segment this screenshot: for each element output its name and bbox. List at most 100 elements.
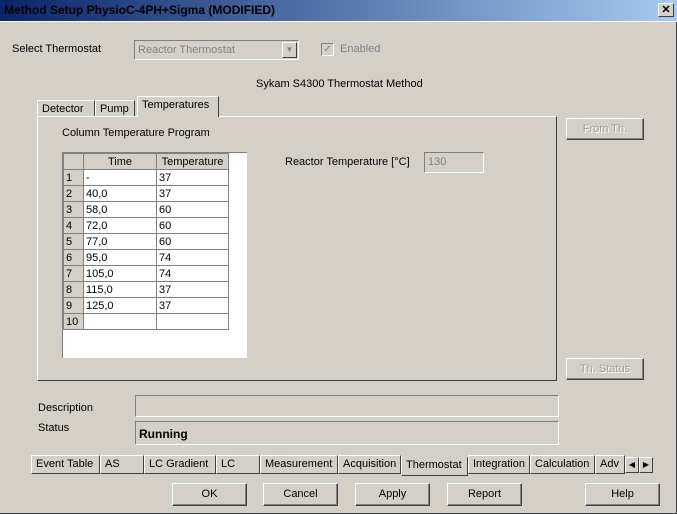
reactor-temperature-value: 130 (428, 156, 447, 168)
tab-measurement[interactable]: Measurement (260, 455, 338, 474)
temperature-cell[interactable]: 37 (156, 297, 229, 314)
temperature-cell[interactable]: 37 (156, 281, 229, 298)
tab-temperatures-label: Temperatures (142, 99, 210, 111)
time-cell[interactable]: 77,0 (83, 233, 157, 250)
tab-detector-label: Detector (42, 103, 84, 115)
from-th-button-label: From Th. (582, 123, 628, 135)
row-number[interactable]: 8 (63, 281, 84, 298)
report-button[interactable]: Report (447, 483, 522, 506)
tab-integration[interactable]: Integration (468, 455, 530, 474)
time-cell[interactable] (83, 313, 157, 330)
arrow-right-icon[interactable]: ▶ (639, 457, 653, 473)
reactor-temperature-label: Reactor Temperature [°C] (285, 156, 410, 168)
arrow-left-icon[interactable]: ◀ (625, 457, 639, 473)
temperature-cell[interactable]: 37 (156, 185, 229, 202)
from-th-button[interactable]: From Th. (566, 118, 644, 140)
row-number[interactable]: 4 (63, 217, 84, 234)
row-number[interactable]: 3 (63, 201, 84, 218)
description-field[interactable] (135, 395, 559, 417)
time-cell[interactable]: 95,0 (83, 249, 157, 266)
apply-button-label: Apply (378, 488, 407, 500)
table-row[interactable]: 9 125,0 37 (63, 297, 229, 314)
tab-integration-label: Integration (473, 458, 525, 470)
tab-thermostat[interactable]: Thermostat (401, 457, 468, 476)
time-cell[interactable]: 72,0 (83, 217, 157, 234)
tab-calculation[interactable]: Calculation (530, 455, 595, 474)
time-cell[interactable]: 125,0 (83, 297, 157, 314)
select-thermostat-label: Select Thermostat (12, 43, 102, 55)
temperature-cell[interactable]: 60 (156, 233, 229, 250)
thermostat-select-value: Reactor Thermostat (138, 44, 236, 56)
th-status-button[interactable]: Th. Status (566, 358, 644, 380)
enabled-checkbox[interactable]: ✓ (321, 43, 334, 56)
temperature-cell[interactable]: 60 (156, 217, 229, 234)
row-number[interactable]: 6 (63, 249, 84, 266)
tab-measurement-label: Measurement (265, 458, 333, 470)
temperature-program-grid[interactable]: Time Temperature 1-37 2 40,0 37 3 58,0 60 4 72,0… (62, 152, 247, 358)
description-label: Description (38, 402, 94, 414)
close-icon[interactable]: ✕ (658, 3, 674, 17)
row-number[interactable]: 1 (63, 169, 84, 186)
table-row[interactable]: 2 40,0 37 (63, 185, 229, 202)
reactor-temperature-input[interactable]: 130 (424, 152, 484, 173)
table-row[interactable]: 3 58,0 60 (63, 201, 229, 218)
column-temperature-program-heading: Column Temperature Program (62, 127, 210, 139)
tab-temperatures[interactable]: Temperatures (137, 96, 219, 117)
report-button-label: Report (467, 488, 502, 500)
cancel-button[interactable]: Cancel (263, 483, 338, 506)
table-row[interactable]: 7 105,0 74 (63, 265, 229, 282)
tab-thermostat-label: Thermostat (406, 459, 462, 471)
title-bar[interactable]: Method Setup PhysioC-4PH+Sigma (MODIFIED… (0, 0, 677, 22)
table-row[interactable]: 5 77,0 60 (63, 233, 229, 250)
tab-as-label: AS (105, 458, 120, 470)
tab-lc-label: LC (221, 458, 236, 470)
time-cell[interactable]: 105,0 (83, 265, 157, 282)
temperature-cell[interactable]: 37 (156, 169, 229, 186)
row-number[interactable]: 5 (63, 233, 84, 250)
status-label: Status (38, 422, 70, 434)
temperature-cell[interactable]: 60 (156, 201, 229, 218)
table-row[interactable]: 1-37 (63, 169, 229, 186)
time-cell[interactable]: 40,0 (83, 185, 157, 202)
grid-corner-cell (63, 153, 84, 170)
time-cell[interactable]: 58,0 (83, 201, 157, 218)
row-number[interactable]: 2 (63, 185, 84, 202)
help-button-label: Help (611, 488, 634, 500)
time-cell[interactable]: - (83, 169, 157, 186)
table-row[interactable]: 8 115,0 37 (63, 281, 229, 298)
row-number[interactable]: 10 (63, 313, 84, 330)
apply-button[interactable]: Apply (355, 483, 430, 506)
row-number[interactable]: 7 (63, 265, 84, 282)
tab-pump-label: Pump (100, 103, 129, 115)
column-header-temperature: Temperature (156, 153, 229, 170)
tab-event-table[interactable]: Event Table (31, 455, 100, 474)
tab-acquisition[interactable]: Acquisition (338, 455, 401, 474)
tab-lc[interactable]: LC (216, 455, 260, 474)
th-status-button-label: Th. Status (579, 363, 631, 375)
temperature-cell[interactable] (156, 313, 229, 330)
enabled-label: Enabled (340, 43, 381, 55)
status-field: Running (135, 421, 559, 445)
temperature-cell[interactable]: 74 (156, 249, 229, 266)
tab-as[interactable]: AS (100, 455, 144, 474)
table-row[interactable]: 6 95,0 74 (63, 249, 229, 266)
status-value: Running (139, 427, 188, 441)
tab-acquisition-label: Acquisition (343, 458, 397, 470)
table-row[interactable]: 4 72,0 60 (63, 217, 229, 234)
time-cell[interactable]: 115,0 (83, 281, 157, 298)
method-title: Sykam S4300 Thermostat Method (256, 78, 423, 90)
ok-button[interactable]: OK (172, 483, 247, 506)
help-button[interactable]: Help (585, 483, 660, 506)
tab-lc-gradient-label: LC Gradient (149, 458, 209, 470)
temperature-cell[interactable]: 74 (156, 265, 229, 282)
cancel-button-label: Cancel (283, 488, 318, 500)
table-row[interactable]: 10 (63, 313, 229, 330)
row-number[interactable]: 9 (63, 297, 84, 314)
chevron-down-icon[interactable]: ▼ (282, 42, 297, 58)
tab-adv-label: Adv (600, 458, 619, 470)
tab-event-table-label: Event Table (36, 458, 94, 470)
tab-adv[interactable]: Adv (595, 455, 625, 474)
tab-calculation-label: Calculation (535, 458, 590, 470)
thermostat-select[interactable]: Reactor Thermostat ▼ (134, 40, 299, 60)
tab-lc-gradient[interactable]: LC Gradient (144, 455, 216, 474)
